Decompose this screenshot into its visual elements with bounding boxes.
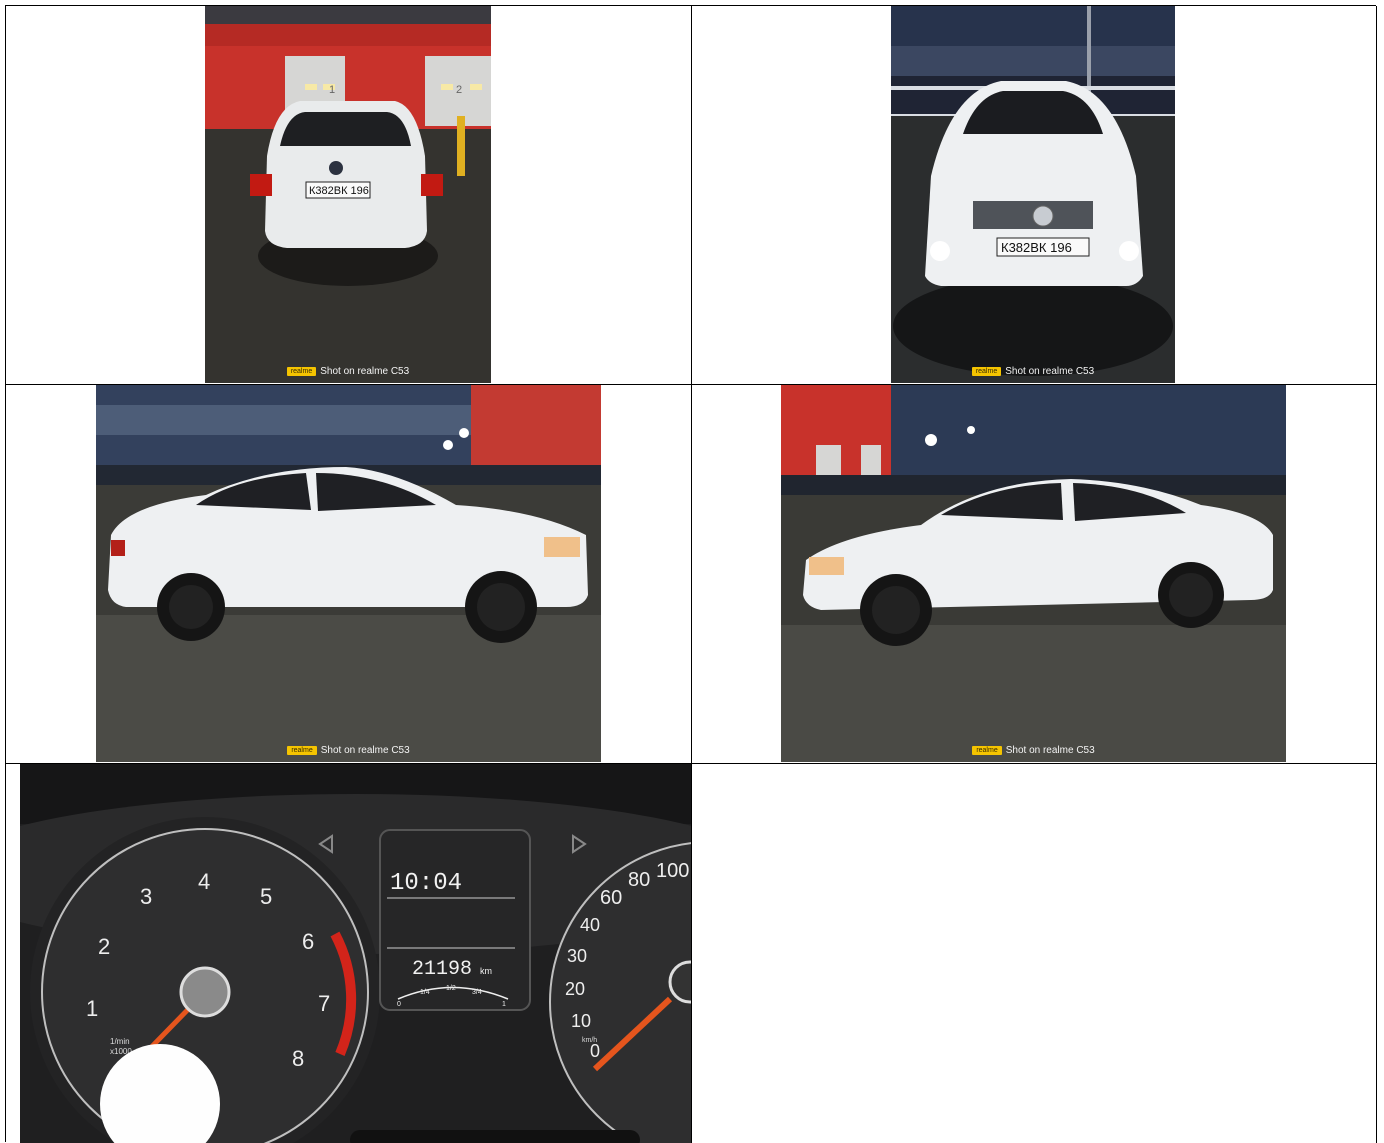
cell-empty (692, 764, 1377, 1143)
tach-num-5: 5 (260, 884, 272, 909)
fuel-label-1: 1 (502, 1001, 506, 1008)
speed-num-60: 60 (600, 887, 622, 909)
odometer-text: 21198 (412, 958, 472, 981)
tach-num-3: 3 (140, 884, 152, 909)
fuel-label-1-2: 1/2 (446, 985, 456, 992)
tach-num-6: 6 (302, 929, 314, 954)
photo-dashboard: 3 4 5 6 7 8 2 1 1/min x1000 10:04 21198 … (20, 764, 691, 1143)
watermark-caption: Shot on realme C53 (320, 745, 410, 756)
cell-right-side-view: realme Shot on realme C53 (692, 385, 1377, 764)
speed-num-20: 20 (565, 979, 585, 999)
watermark-badge: realme (287, 746, 317, 755)
cell-rear-view: 1 2 К382ВК 196 realme Shot on realme C53 (6, 6, 692, 385)
tach-num-2: 2 (98, 934, 110, 959)
watermark: realme Shot on realme C53 (781, 745, 1286, 756)
speed-num-30: 30 (567, 946, 587, 966)
odometer-unit: km (480, 966, 492, 976)
watermark-badge: realme (972, 746, 1002, 755)
watermark-badge: realme (971, 367, 1002, 376)
tach-num-8: 8 (292, 1046, 304, 1071)
photo-car-left-side: realme Shot on realme C53 (96, 385, 601, 762)
photo-car-front: К382ВК 196 realme Shot on realme C53 (891, 6, 1175, 383)
cell-left-side-view: realme Shot on realme C53 (6, 385, 692, 764)
photo-car-rear: 1 2 К382ВК 196 realme Shot on realme C53 (205, 6, 491, 383)
watermark-caption: Shot on realme C53 (320, 366, 410, 377)
clock-text: 10:04 (390, 870, 462, 897)
bay-number-2: 2 (456, 84, 462, 96)
fuel-label-1-4: 1/4 (420, 989, 430, 996)
photo-car-right-side: realme Shot on realme C53 (781, 385, 1286, 762)
watermark: realme Shot on realme C53 (96, 745, 601, 756)
watermark-badge: realme (286, 367, 317, 376)
fuel-label-0: 0 (397, 1001, 401, 1008)
watermark-caption: Shot on realme C53 (1005, 366, 1095, 377)
cell-dashboard: 3 4 5 6 7 8 2 1 1/min x1000 10:04 21198 … (6, 764, 692, 1143)
tach-num-7: 7 (318, 991, 330, 1016)
tach-num-1: 1 (86, 996, 98, 1021)
tach-num-4: 4 (198, 869, 210, 894)
tach-unit-1: 1/min (110, 1037, 130, 1046)
photo-table: 1 2 К382ВК 196 realmeShot on realme C53 (5, 5, 1377, 1143)
rear-plate-text: К382ВК 196 (309, 185, 369, 197)
watermark: realme Shot on realme C53 (205, 366, 491, 377)
speed-num-100: 100 (656, 860, 689, 882)
watermark: realme Shot on realme C53 (891, 366, 1175, 377)
bay-number-1: 1 (329, 84, 335, 96)
speed-num-10: 10 (571, 1011, 591, 1031)
front-plate-text: К382ВК 196 (1001, 240, 1072, 255)
fuel-label-3-4: 3/4 (472, 989, 482, 996)
speed-num-40: 40 (580, 915, 600, 935)
speed-num-0: 0 (590, 1041, 600, 1061)
cell-front-view: К382ВК 196 realme Shot on realme C53 (692, 6, 1377, 385)
speed-num-80: 80 (628, 869, 650, 891)
watermark-caption: Shot on realme C53 (1005, 745, 1095, 756)
